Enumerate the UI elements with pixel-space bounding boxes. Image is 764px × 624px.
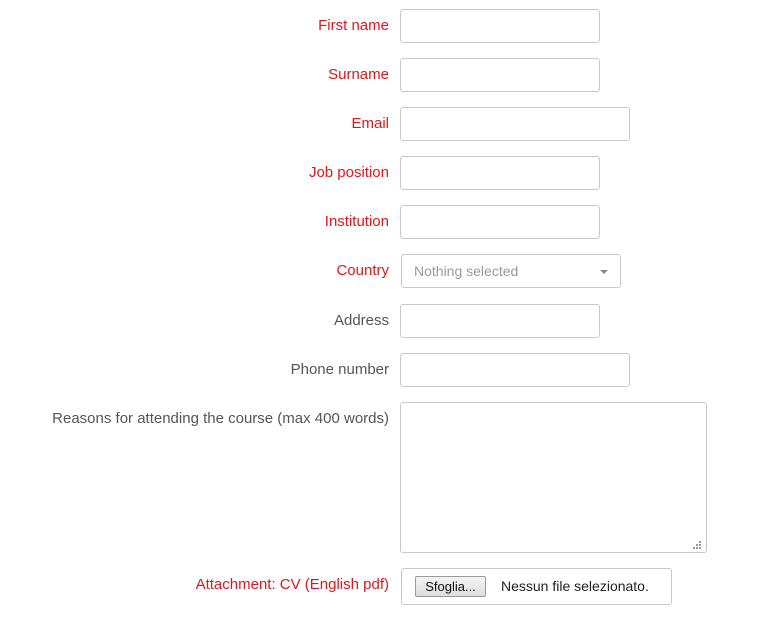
country-label: Country <box>336 262 389 279</box>
resize-grip-icon[interactable] <box>692 540 702 550</box>
job-position-label: Job position <box>308 164 389 181</box>
email-label: Email <box>351 115 389 132</box>
job-position-input[interactable] <box>400 156 600 190</box>
address-input[interactable] <box>400 304 600 338</box>
surname-input[interactable] <box>400 58 600 92</box>
first-name-label: First name <box>318 17 389 34</box>
institution-label: Institution <box>324 213 389 230</box>
institution-input[interactable] <box>400 205 600 239</box>
address-label: Address <box>333 312 389 329</box>
first-name-input[interactable] <box>400 9 600 43</box>
country-selected-value: Nothing selected <box>414 263 519 279</box>
browse-button[interactable]: Sfoglia... <box>415 576 486 597</box>
file-status-text: Nessun file selezionato. <box>501 578 649 594</box>
email-input[interactable] <box>400 107 630 141</box>
surname-label: Surname <box>328 66 389 83</box>
country-select[interactable]: Nothing selected <box>401 254 621 288</box>
attachment-label: Attachment: CV (English pdf) <box>195 576 389 593</box>
cv-file-input[interactable]: Sfoglia... Nessun file selezionato. <box>401 568 672 605</box>
reasons-label: Reasons for attending the course (max 40… <box>52 410 389 427</box>
caret-down-icon <box>600 270 608 274</box>
phone-number-label: Phone number <box>290 361 389 378</box>
phone-number-input[interactable] <box>400 353 630 387</box>
reasons-textarea[interactable] <box>400 402 707 553</box>
